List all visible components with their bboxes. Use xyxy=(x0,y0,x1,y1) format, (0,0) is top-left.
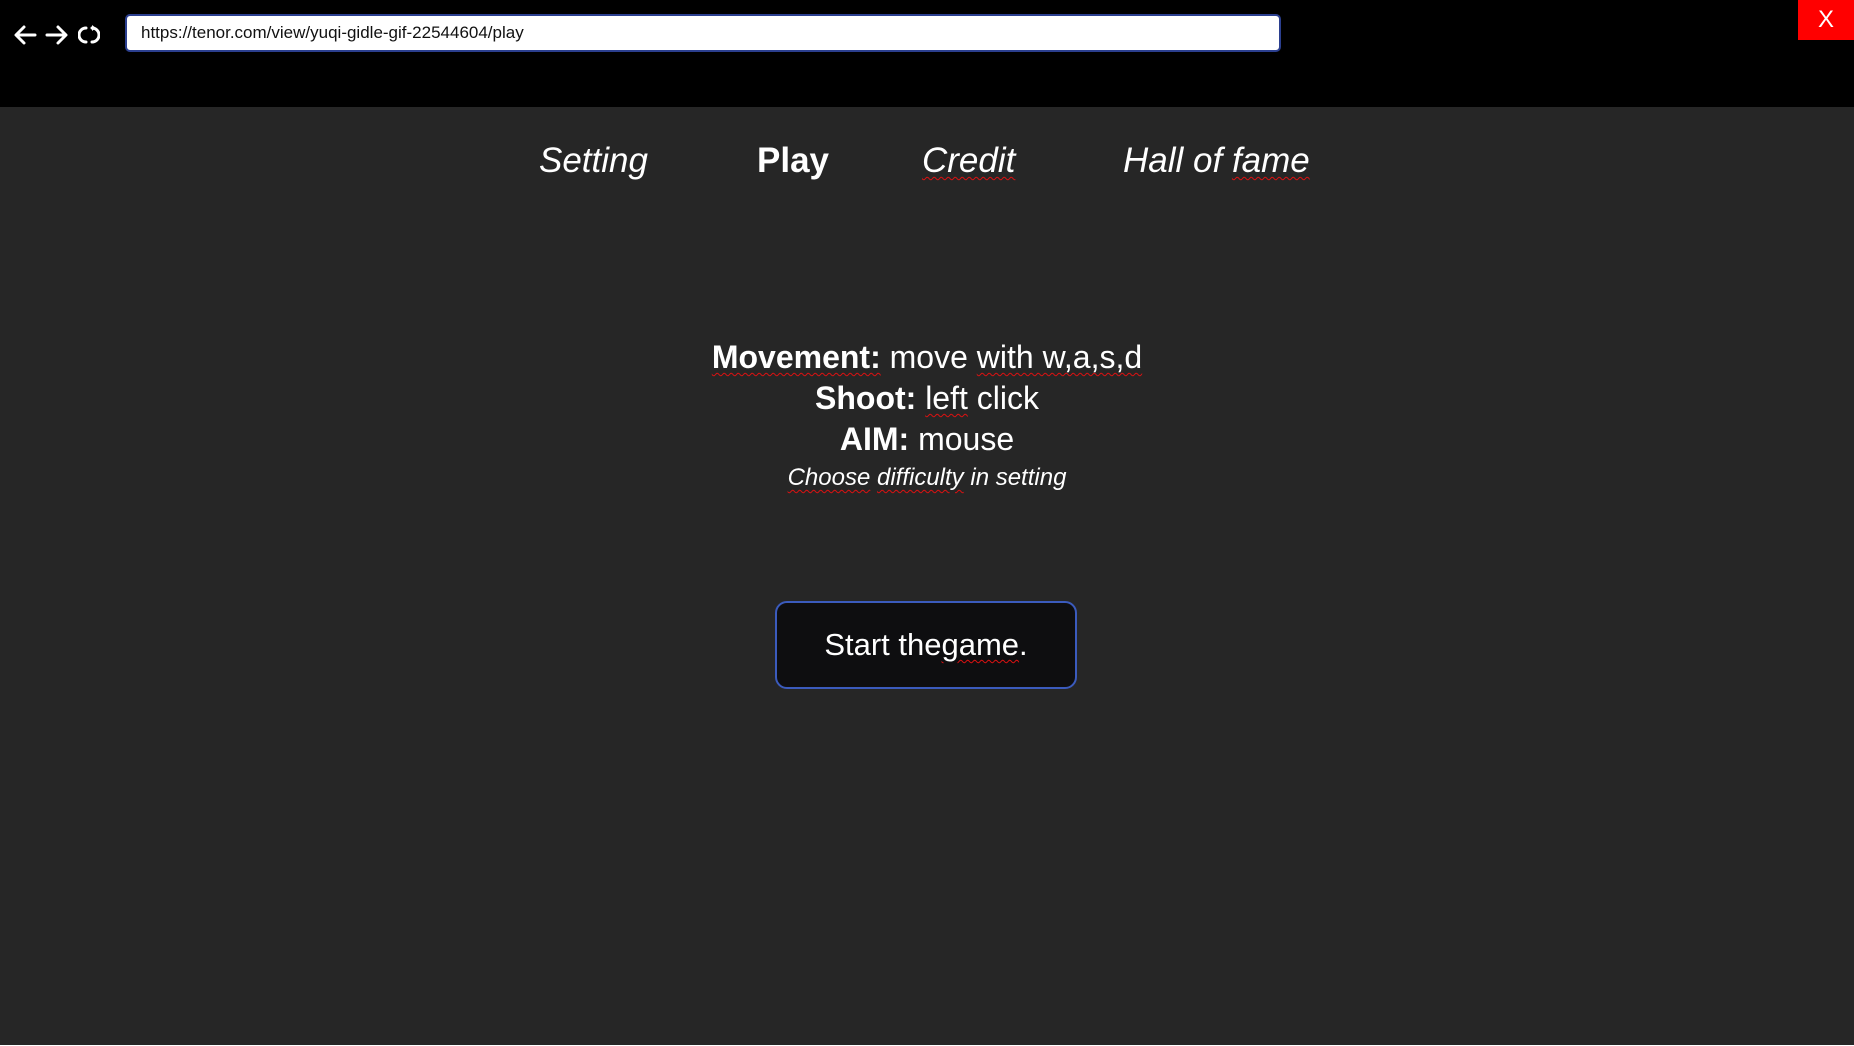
close-button[interactable]: X xyxy=(1798,0,1854,40)
forward-button[interactable] xyxy=(44,20,70,50)
start-text: Start the xyxy=(824,627,942,662)
start-game-word: game xyxy=(941,627,1020,662)
movement-line: Movement: move with w,a,s,d xyxy=(0,337,1854,378)
note-difficulty: difficulty xyxy=(876,464,964,491)
browser-toolbar: X xyxy=(0,0,1854,107)
shoot-line: Shoot: left click xyxy=(0,378,1854,419)
movement-label: Movement: xyxy=(711,339,881,375)
fame-label: fame xyxy=(1231,141,1310,180)
reload-icon xyxy=(78,25,100,44)
movement-text: move xyxy=(880,339,977,375)
movement-keys: with w,a,s,d xyxy=(976,339,1143,375)
url-input[interactable] xyxy=(125,14,1281,52)
shoot-text: click xyxy=(967,380,1039,416)
menu-item-play[interactable]: Play xyxy=(757,131,829,191)
start-game-button[interactable]: Start the game. xyxy=(775,601,1077,689)
note-choose: Choose xyxy=(787,464,871,491)
back-button[interactable] xyxy=(12,20,38,50)
aim-label: AIM: xyxy=(839,421,910,457)
start-period: . xyxy=(1019,627,1028,662)
arrow-left-icon xyxy=(14,25,37,45)
note-rest: in setting xyxy=(963,464,1067,491)
navigation-buttons xyxy=(12,20,102,50)
reload-button[interactable] xyxy=(76,20,102,50)
aim-line: AIM: mouse xyxy=(0,419,1854,460)
hall-of-label: Hall of xyxy=(1123,141,1232,180)
aim-value: mouse xyxy=(909,421,1015,457)
menu-item-hall-of-fame[interactable]: Hall of fame xyxy=(1123,131,1310,191)
difficulty-note: Choose difficulty in setting xyxy=(0,460,1854,496)
shoot-word: left xyxy=(925,380,968,416)
menu-item-setting[interactable]: Setting xyxy=(539,131,648,191)
menu-item-credit[interactable]: Credit xyxy=(922,131,1015,191)
game-menu-page: Setting Play Credit Hall of fame Movemen… xyxy=(0,107,1854,1045)
menu-item-credit-label: Credit xyxy=(922,141,1016,180)
arrow-right-icon xyxy=(45,25,68,45)
instructions-panel: Movement: move with w,a,s,d Shoot: left … xyxy=(0,337,1854,496)
main-menu: Setting Play Credit Hall of fame xyxy=(0,131,1854,191)
shoot-label: Shoot: xyxy=(815,380,917,416)
